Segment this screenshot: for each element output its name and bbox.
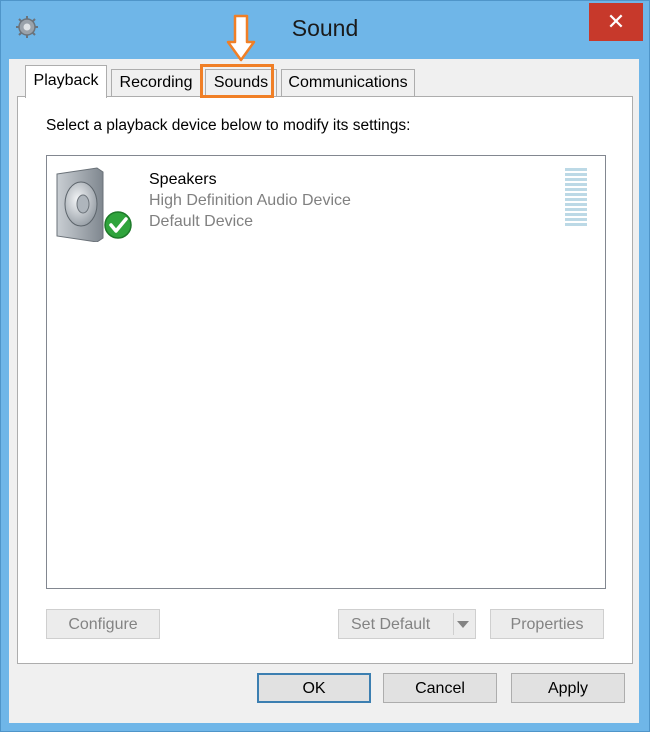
close-button[interactable]: ✕ — [589, 3, 643, 41]
apply-button[interactable]: Apply — [511, 673, 625, 703]
sound-dialog: Sound ✕ Playback Recording Sounds Commun… — [0, 0, 650, 732]
tab-playback[interactable]: Playback — [25, 65, 107, 98]
ok-button[interactable]: OK — [257, 673, 371, 703]
volume-level-meter — [565, 168, 587, 230]
set-default-button[interactable]: Set Default — [338, 609, 476, 639]
tab-recording[interactable]: Recording — [111, 69, 201, 96]
cancel-button[interactable]: Cancel — [383, 673, 497, 703]
tab-sounds[interactable]: Sounds — [205, 69, 277, 96]
default-checkmark-icon — [104, 211, 132, 239]
split-separator — [453, 613, 454, 635]
playback-panel: Select a playback device below to modify… — [17, 96, 633, 664]
device-description: High Definition Audio Device — [149, 192, 351, 209]
down-arrow-icon — [226, 14, 256, 62]
set-default-label: Set Default — [351, 616, 431, 633]
dropdown-arrow-icon[interactable] — [457, 621, 469, 628]
title-bar[interactable]: Sound ✕ — [1, 1, 649, 57]
dialog-client-area: Playback Recording Sounds Communications… — [9, 59, 639, 723]
window-title: Sound — [291, 15, 359, 41]
device-list[interactable]: Speakers High Definition Audio Device De… — [46, 155, 606, 589]
device-item-speakers[interactable]: Speakers High Definition Audio Device De… — [47, 156, 605, 246]
tab-communications[interactable]: Communications — [281, 69, 415, 96]
device-status: Default Device — [149, 213, 254, 230]
instruction-text: Select a playback device below to modify… — [46, 117, 411, 134]
device-name: Speakers — [149, 171, 217, 188]
properties-button[interactable]: Properties — [490, 609, 604, 639]
configure-button[interactable]: Configure — [46, 609, 160, 639]
